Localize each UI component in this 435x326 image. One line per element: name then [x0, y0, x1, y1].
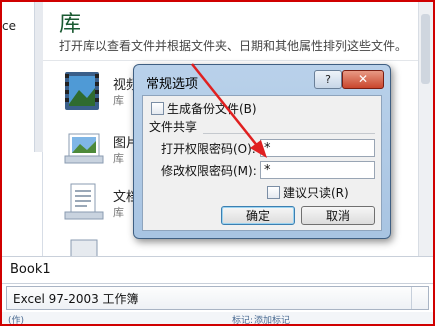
annotation-arrow [191, 63, 267, 158]
screenshot-frame: ce 库 打开库以查看文件并根据文件夹、日期和其他属性排列这些文件。 视频 库 [0, 0, 435, 326]
